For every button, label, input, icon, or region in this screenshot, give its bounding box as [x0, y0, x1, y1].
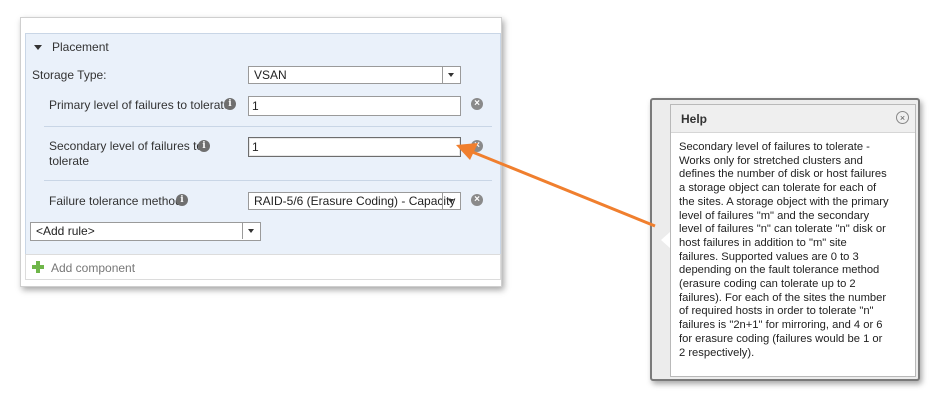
callout-arrow: [456, 143, 656, 228]
callout-arrow-line: [469, 149, 656, 228]
